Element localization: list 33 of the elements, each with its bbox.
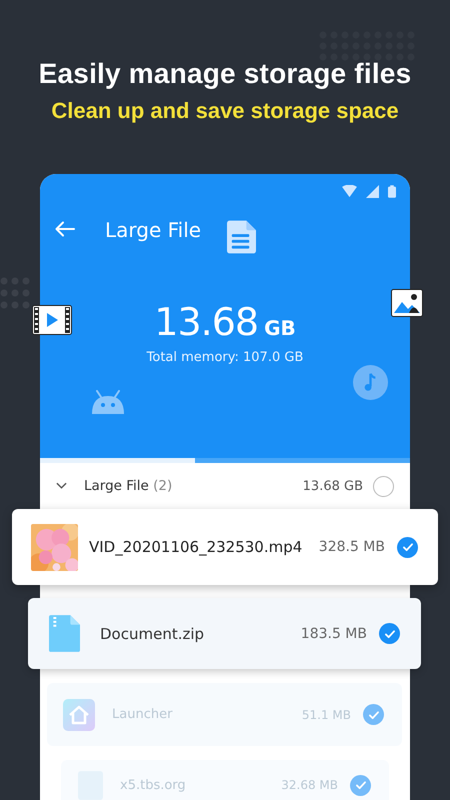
group-title: Large File (2) (84, 478, 174, 494)
size-unit: GB (264, 316, 296, 340)
storage-size: 13.68 (154, 300, 258, 344)
android-icon (90, 390, 126, 414)
headline: Easily manage storage files (38, 58, 412, 90)
back-button[interactable] (55, 221, 77, 239)
checkbox[interactable] (350, 774, 371, 796)
checkbox[interactable] (379, 623, 400, 644)
checkbox[interactable] (373, 476, 394, 496)
music-note-icon (353, 365, 388, 400)
file-name: VID_20201106_232530.mp4 (89, 538, 304, 556)
file-card[interactable]: Document.zip 183.5 MB (28, 598, 421, 669)
group-size: 13.68 GB (302, 478, 363, 494)
checkbox[interactable] (363, 704, 384, 725)
file-name: Launcher (112, 707, 174, 722)
total-memory: Total memory: 107.0 GB (146, 350, 304, 365)
file-name: x5.tbs.org (120, 778, 187, 792)
file-name: Document.zip (100, 624, 206, 642)
file-size: 328.5 MB (318, 539, 385, 555)
wifi-icon (342, 184, 357, 198)
file-size: 183.5 MB (300, 626, 367, 642)
subheadline: Clean up and save storage space (51, 98, 399, 124)
battery-icon (388, 184, 396, 198)
document-icon (227, 220, 256, 254)
screen-title: Large File (105, 218, 202, 242)
file-size: 32.68 MB (281, 778, 338, 792)
file-size: 51.1 MB (302, 708, 351, 722)
back-arrow-icon (55, 221, 75, 237)
home-app-icon (63, 698, 95, 730)
file-card[interactable]: VID_20201106_232530.mp4 328.5 MB (12, 509, 438, 585)
signal-icon (365, 184, 380, 198)
zip-file-icon (49, 615, 80, 652)
checkbox[interactable] (397, 536, 418, 558)
